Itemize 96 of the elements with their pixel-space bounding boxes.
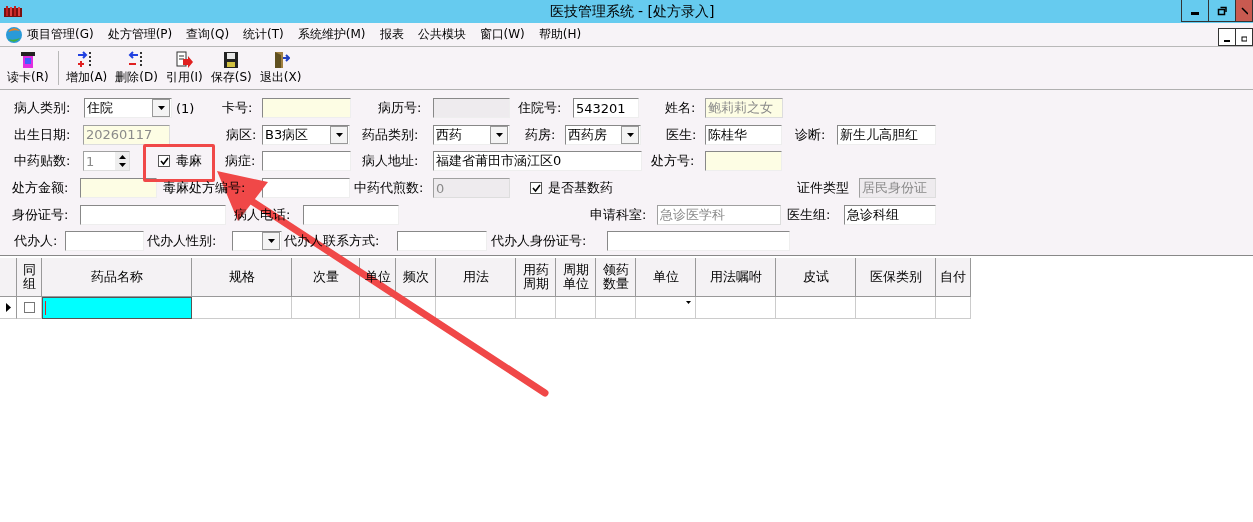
field-label: 处方号: [651, 152, 695, 171]
checkbox[interactable]: 是否基数药 [530, 179, 625, 198]
field-label: 药房: [525, 125, 556, 144]
patient-type-code: (1) [176, 100, 196, 116]
document-arrow-icon [175, 50, 194, 69]
field-label: 代办人身份证号: [491, 232, 587, 251]
dropdown-arrow-icon [335, 132, 343, 137]
menu-item[interactable]: 处方管理(P) [107, 26, 173, 43]
input-field[interactable] [262, 151, 351, 172]
input-field[interactable]: 陈桂华 [705, 124, 782, 145]
dropdown-arrow-icon [686, 301, 691, 304]
column-header[interactable]: 皮试 [802, 269, 829, 285]
field-label: 住院号: [518, 99, 562, 118]
table-cell[interactable] [42, 297, 192, 319]
minimize-button[interactable] [1181, 0, 1209, 22]
input-field[interactable]: 福建省莆田市涵江区0 [433, 151, 642, 172]
input-field[interactable]: 急诊医学科 [657, 204, 781, 225]
menu-item[interactable]: 项目管理(G) [27, 26, 94, 43]
field-label: 中药代煎数: [354, 179, 424, 198]
dropdown[interactable]: 西药 [433, 124, 510, 145]
checkmark-icon [159, 157, 169, 166]
column-header[interactable]: 次量 [312, 269, 339, 285]
menu-item[interactable]: 窗口(W) [479, 26, 525, 43]
minimize-button[interactable] [1218, 28, 1236, 46]
input-field[interactable] [303, 204, 399, 225]
spin-arrows-icon [118, 153, 126, 170]
dropdown-arrow-icon [267, 239, 275, 244]
dropdown-arrow-icon [495, 132, 503, 137]
menu-item[interactable]: 查询(Q) [186, 26, 230, 43]
toolbar-button[interactable]: 读卡(R) [4, 48, 52, 88]
field-label: 病人地址: [362, 152, 419, 171]
minimize-icon [1191, 12, 1199, 15]
column-header[interactable]: 单位 [652, 269, 679, 285]
toolbar-button[interactable]: 保存(S) [207, 48, 255, 88]
toolbar-button[interactable]: 删除(D) [112, 48, 161, 88]
app-logo-icon [5, 25, 23, 44]
field-label: 病症: [225, 152, 256, 171]
checkmark-icon [531, 183, 541, 193]
close-icon [1240, 5, 1248, 16]
column-header[interactable]: 药品名称 [90, 269, 143, 285]
field-label: 姓名: [665, 99, 696, 118]
menu-item[interactable]: 公共模块 [417, 26, 466, 43]
input-field[interactable] [80, 204, 226, 225]
field-label: 病区: [226, 125, 257, 144]
menu-item[interactable]: 统计(T) [243, 26, 284, 43]
toolbar-button[interactable]: 引用(I) [162, 48, 206, 88]
field-label: 医生: [666, 125, 697, 144]
field-label: 医生组: [787, 205, 831, 224]
app-icon [4, 5, 22, 18]
field-label: 病人类别: [14, 99, 71, 118]
dropdown[interactable] [232, 231, 282, 252]
field-label: 出生日期: [14, 125, 71, 144]
field-label: 卡号: [222, 99, 253, 118]
window-title: 医技管理系统 - [处方录入] [549, 2, 715, 21]
input-field[interactable]: 急诊科组 [844, 204, 936, 225]
input-field[interactable] [65, 231, 144, 252]
field-label: 申请科室: [590, 205, 647, 224]
field-label: 身份证号: [12, 205, 69, 224]
input-field[interactable] [397, 231, 487, 252]
input-field[interactable] [262, 178, 350, 199]
input-field[interactable]: 新生儿高胆红 [837, 124, 936, 145]
field-label: 证件类型 [797, 179, 849, 198]
input-field[interactable]: 鲍莉莉之女 [705, 98, 783, 119]
dropdown[interactable]: B3病区 [262, 124, 350, 145]
field-label: 代办人: [14, 232, 58, 251]
menu-item[interactable]: 系统维护(M) [297, 26, 366, 43]
dropdown-arrow-icon [157, 106, 165, 111]
input-field[interactable] [262, 98, 351, 119]
field-label: 药品类别: [362, 125, 419, 144]
dropdown-arrow-icon [626, 132, 634, 137]
menu-item[interactable]: 报表 [379, 26, 404, 43]
input-field[interactable]: 543201 [573, 98, 639, 119]
input-field[interactable] [705, 151, 782, 172]
field-label: 代办人性别: [147, 232, 217, 251]
dropdown[interactable]: 西药房 [565, 124, 641, 145]
checkbox[interactable]: 毒麻 [158, 152, 208, 171]
dropdown[interactable]: 住院 [84, 98, 172, 119]
field-label: 中药贴数: [14, 152, 71, 171]
field-label: 病历号: [378, 99, 422, 118]
field-label: 诊断: [795, 125, 826, 144]
restore-icon [1241, 34, 1247, 42]
restore-button[interactable] [1235, 28, 1253, 46]
field-label: 处方金额: [12, 179, 69, 198]
input-field[interactable] [607, 231, 790, 252]
input-field[interactable] [80, 178, 157, 199]
card-reader-icon [18, 50, 37, 69]
spin-field[interactable]: 1 [83, 151, 130, 172]
save-icon [222, 50, 241, 69]
column-header[interactable]: 用法 [462, 269, 489, 285]
toolbar-button[interactable]: 增加(A) [62, 48, 111, 88]
highlight-frame [143, 144, 215, 182]
menu-item[interactable]: 帮助(H) [538, 26, 582, 43]
restore-icon [1217, 5, 1227, 16]
column-header[interactable]: 规格 [228, 269, 255, 285]
checkbox[interactable] [23, 302, 35, 313]
toolbar-button[interactable]: 退出(X) [256, 48, 305, 88]
